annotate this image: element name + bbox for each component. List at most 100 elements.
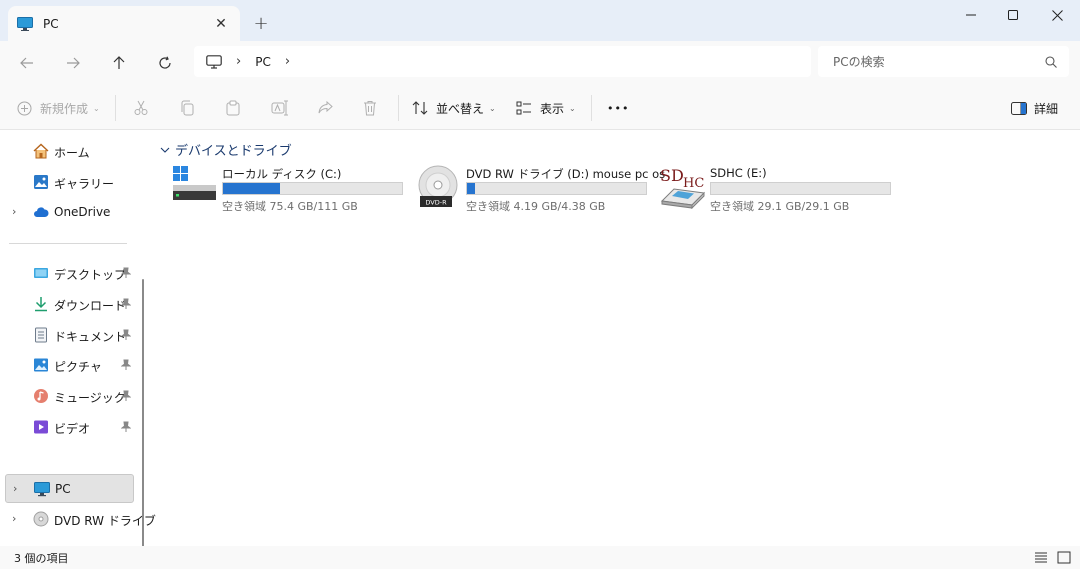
refresh-icon: [159, 56, 171, 69]
breadcrumb-pc[interactable]: PC: [255, 55, 271, 69]
dvd-badge-text: DVD-R: [425, 199, 447, 207]
drive-item-e[interactable]: SD HC SDHC (E:) 空き領域 29.1 GB/29.1 GB: [660, 164, 900, 213]
drive-item-c[interactable]: ローカル ディスク (C:) 空き領域 75.4 GB/111 GB: [172, 164, 412, 213]
drive-usage-bar: [710, 182, 891, 195]
tab-close-button[interactable]: ✕: [212, 15, 230, 33]
pin-icon[interactable]: [121, 298, 131, 310]
share-button[interactable]: [317, 95, 333, 121]
clipboard-icon: [226, 100, 240, 116]
arrow-right-icon: [67, 57, 80, 69]
view-button[interactable]: 表示 ⌄: [516, 95, 576, 121]
paste-button[interactable]: [225, 95, 241, 121]
sidebar-item-downloads[interactable]: ダウンロード: [5, 290, 134, 319]
video-icon: [34, 420, 48, 434]
search-input[interactable]: PCの検索: [833, 53, 1045, 70]
up-button[interactable]: [105, 49, 133, 77]
copy-button[interactable]: [179, 95, 195, 121]
new-button-label: 新規作成: [40, 101, 89, 116]
forward-button[interactable]: [59, 49, 87, 77]
drive-usage-bar: [466, 182, 647, 195]
sidebar-item-pictures[interactable]: ピクチャ: [5, 351, 134, 380]
drive-name: SDHC (E:): [710, 166, 767, 180]
pin-icon[interactable]: [121, 329, 131, 341]
arrow-up-icon: [113, 56, 125, 69]
minimize-button[interactable]: [951, 4, 991, 26]
copy-icon: [181, 100, 194, 116]
rename-button[interactable]: [271, 95, 289, 121]
sidebar-item-label: ミュージック: [54, 391, 126, 405]
pin-icon[interactable]: [121, 267, 131, 279]
sidebar-item-documents[interactable]: ドキュメント: [5, 321, 134, 350]
sidebar-item-onedrive[interactable]: › OneDrive: [5, 198, 134, 227]
sidebar-divider: [9, 243, 127, 244]
sidebar-item-pc[interactable]: › PC: [5, 474, 134, 503]
navigation-bar: › PC › PCの検索: [0, 41, 1080, 85]
drive-usage-bar: [222, 182, 403, 195]
sidebar-item-label: PC: [55, 482, 71, 496]
command-bar: 新規作成 ⌄ 並べ替え ⌄ 表示 ⌄ ••• 詳細: [0, 85, 1080, 130]
item-count: 3 個の項目: [14, 552, 69, 565]
music-icon: [34, 389, 48, 403]
pin-icon[interactable]: [121, 390, 131, 402]
view-button-label: 表示: [540, 101, 565, 116]
close-window-button[interactable]: [1037, 4, 1077, 26]
chevron-down-icon: ⌄: [93, 103, 100, 113]
breadcrumb-chevron-icon[interactable]: ›: [236, 54, 241, 69]
sidebar-item-music[interactable]: ミュージック: [5, 382, 134, 411]
details-pane-icon: [1011, 101, 1027, 115]
sidebar-item-dvd-drive[interactable]: › DVD RW ドライブ: [5, 505, 156, 534]
maximize-icon: [1008, 10, 1018, 20]
tab-pc[interactable]: PC ✕: [8, 6, 240, 42]
drive-item-d[interactable]: DVD-R DVD RW ドライブ (D:) mouse pc os 空き領域 …: [416, 164, 665, 213]
breadcrumb-chevron-icon[interactable]: ›: [285, 54, 290, 69]
toolbar-divider: [591, 95, 592, 121]
search-box[interactable]: PCの検索: [818, 46, 1069, 77]
sort-icon: [412, 101, 428, 115]
pin-icon[interactable]: [121, 421, 131, 433]
drive-name: ローカル ディスク (C:): [222, 167, 342, 181]
chevron-right-icon[interactable]: ›: [13, 482, 17, 495]
cloud-icon: [34, 207, 49, 217]
large-icons-view-icon[interactable]: [1056, 549, 1072, 565]
back-button[interactable]: [13, 49, 41, 77]
new-button[interactable]: 新規作成 ⌄: [17, 95, 100, 121]
sidebar-item-label: ピクチャ: [54, 360, 102, 374]
refresh-button[interactable]: [151, 49, 179, 77]
sidebar-item-home[interactable]: ホーム: [5, 137, 134, 166]
sidebar-item-label: ビデオ: [54, 422, 91, 436]
minimize-icon: [966, 14, 976, 16]
group-header-devices[interactable]: デバイスとドライブ: [160, 140, 292, 159]
new-tab-button[interactable]: +: [250, 12, 272, 34]
sort-button[interactable]: 並べ替え ⌄: [412, 95, 496, 121]
sort-button-label: 並べ替え: [436, 101, 485, 116]
trash-icon: [364, 101, 376, 116]
details-pane-button[interactable]: 詳細: [1011, 95, 1058, 121]
gallery-icon: [34, 175, 48, 189]
navigation-pane: ホーム ギャラリー › OneDrive デスクトップ ダウンロード ドキュメン…: [0, 131, 156, 569]
download-icon: [35, 297, 47, 312]
computer-icon: [206, 54, 222, 69]
sidebar-item-label: DVD RW ドライブ: [54, 514, 156, 528]
computer-icon: [17, 17, 33, 31]
content-area: デバイスとドライブ ローカル ディスク (C:) 空き領域 75.4 GB/11…: [150, 131, 1080, 546]
address-bar[interactable]: › PC ›: [194, 46, 811, 77]
sidebar-item-desktop[interactable]: デスクトップ: [5, 259, 134, 288]
title-bar: PC ✕ +: [0, 0, 1080, 42]
sidebar-item-gallery[interactable]: ギャラリー: [5, 168, 134, 197]
cut-button[interactable]: [133, 95, 149, 121]
sidebar-item-videos[interactable]: ビデオ: [5, 413, 134, 442]
computer-icon: [34, 482, 50, 497]
chevron-right-icon[interactable]: ›: [12, 205, 16, 218]
hard-drive-icon: [173, 166, 216, 200]
rename-icon: [271, 100, 288, 116]
chevron-right-icon[interactable]: ›: [12, 512, 16, 525]
details-pane-label: 詳細: [1034, 101, 1059, 116]
chevron-down-icon: ⌄: [489, 103, 496, 113]
sidebar-scrollbar[interactable]: [142, 279, 144, 569]
maximize-button[interactable]: [993, 4, 1033, 26]
pin-icon[interactable]: [121, 359, 131, 371]
more-options-button[interactable]: •••: [607, 95, 629, 121]
drive-free-space: 空き領域 4.19 GB/4.38 GB: [466, 200, 606, 213]
details-view-icon[interactable]: [1033, 549, 1049, 565]
delete-button[interactable]: [363, 95, 377, 121]
